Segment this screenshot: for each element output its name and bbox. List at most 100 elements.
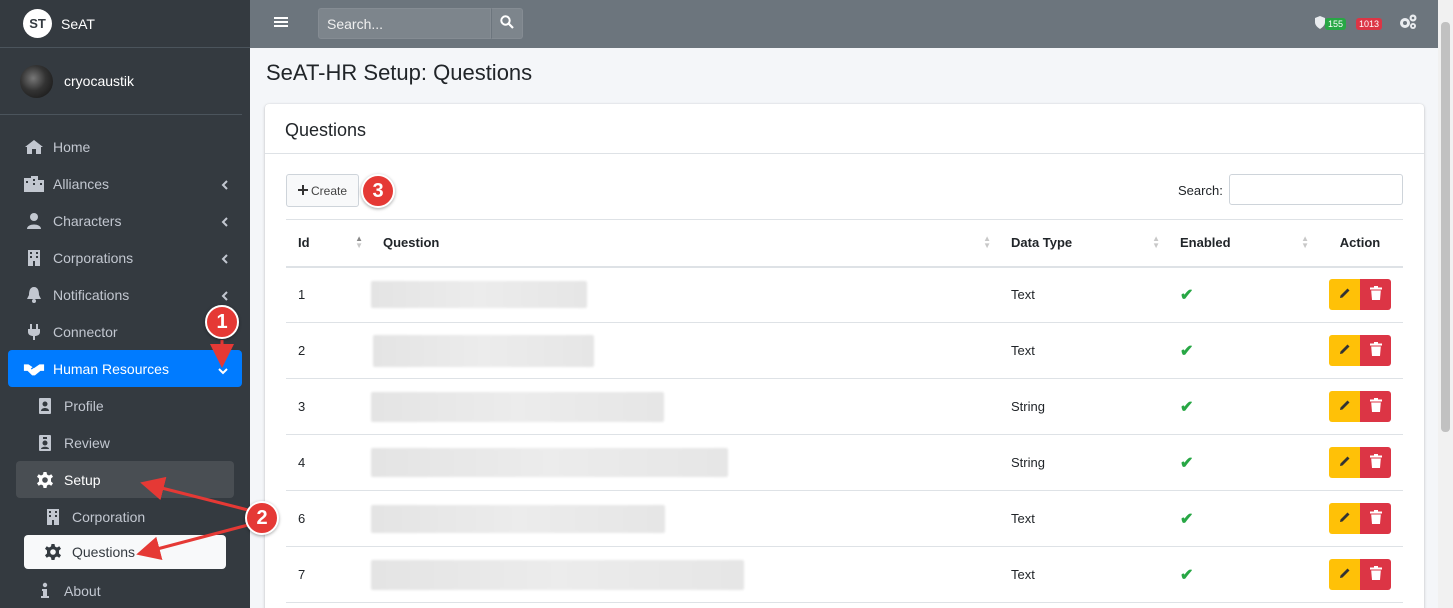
shield-icon (1314, 15, 1325, 32)
chevron-left-icon (221, 288, 228, 304)
search-button[interactable] (491, 8, 523, 39)
pencil-icon (1339, 455, 1351, 470)
sidebar-item-label: About (64, 582, 101, 599)
brand-link[interactable]: ST SeAT (0, 0, 250, 48)
cell-data-type: Text (999, 266, 1168, 323)
create-button[interactable]: Create (286, 174, 359, 207)
cell-id: 7 (286, 546, 371, 603)
sidebar-item-setup[interactable]: Setup (16, 461, 234, 498)
redacted-question (371, 448, 728, 477)
cell-id: 2 (286, 322, 371, 379)
hamburger-menu-icon[interactable] (274, 15, 288, 32)
redacted-question (373, 334, 594, 367)
gear-icon (34, 471, 56, 489)
delete-button[interactable] (1360, 335, 1391, 366)
chevron-left-icon (221, 251, 228, 267)
check-icon: ✔ (1180, 566, 1194, 584)
cell-data-type: Text (999, 490, 1168, 547)
scrollbar-thumb[interactable] (1441, 22, 1450, 432)
sidebar-item-corporations[interactable]: Corporations (8, 239, 242, 276)
delete-button[interactable] (1360, 559, 1391, 590)
sidebar-item-label: Setup (64, 471, 101, 488)
column-header-id[interactable]: Id ▲ ▼ (286, 219, 371, 268)
trash-icon (1369, 566, 1382, 583)
column-header-enabled[interactable]: Enabled ▲ ▼ (1168, 219, 1317, 268)
delete-button[interactable] (1360, 279, 1391, 311)
trash-icon (1369, 286, 1382, 303)
building-icon (23, 175, 45, 193)
edit-button[interactable] (1329, 279, 1360, 311)
card-title: Questions (265, 104, 1424, 154)
column-header-question[interactable]: Question ▲ ▼ (371, 219, 999, 268)
sidebar-item-profile[interactable]: Profile (8, 387, 242, 424)
annotation-marker-1: 1 (205, 305, 239, 339)
avatar (20, 64, 53, 98)
pencil-icon (1339, 399, 1351, 414)
sidebar-item-label: Corporation (72, 508, 146, 525)
page-scrollbar[interactable] (1438, 0, 1453, 608)
edit-button[interactable] (1329, 503, 1360, 534)
edit-button[interactable] (1329, 447, 1360, 478)
table-row: 6 Text ✔ (286, 490, 1403, 547)
trash-icon (1369, 398, 1382, 415)
gears-icon[interactable] (1398, 14, 1418, 33)
sidebar-item-characters[interactable]: Characters (8, 202, 242, 239)
check-icon: ✔ (1180, 342, 1194, 360)
redacted-question (371, 391, 664, 422)
id-badge-icon (34, 434, 56, 452)
pencil-icon (1339, 287, 1351, 302)
check-icon: ✔ (1180, 454, 1194, 472)
delete-button[interactable] (1360, 447, 1391, 478)
trash-icon (1369, 342, 1382, 359)
queue-status[interactable]: 155 (1314, 15, 1346, 32)
annotation-marker-3: 3 (361, 174, 395, 208)
redacted-question (371, 281, 587, 309)
table-row: 2 Text ✔ (286, 322, 1403, 379)
cell-id: 3 (286, 378, 371, 435)
cell-id: 4 (286, 434, 371, 491)
brand-logo: ST (23, 9, 52, 38)
chevron-left-icon (221, 214, 228, 230)
table-row: 4 String ✔ (286, 434, 1403, 491)
sidebar-item-corporation[interactable]: Corporation (8, 498, 242, 535)
user-panel[interactable]: cryocaustik (0, 48, 242, 115)
table-row: 1 Text ✔ (286, 266, 1403, 323)
delete-button[interactable] (1360, 391, 1391, 422)
sidebar-item-about[interactable]: About (8, 572, 242, 608)
bell-icon (23, 286, 45, 303)
sort-icon: ▲ ▼ (355, 234, 363, 250)
sidebar-item-human-resources[interactable]: Human Resources (8, 350, 242, 387)
chevron-down-icon (218, 362, 228, 378)
column-header-data-type[interactable]: Data Type ▲ ▼ (999, 219, 1168, 268)
cell-data-type: String (999, 378, 1168, 435)
search-input[interactable] (318, 8, 491, 39)
sidebar-item-home[interactable]: Home (8, 128, 242, 165)
plug-icon (23, 323, 45, 341)
edit-button[interactable] (1329, 559, 1360, 590)
sidebar-item-alliances[interactable]: Alliances (8, 165, 242, 202)
table-search-label: Search: (1178, 183, 1223, 198)
header-label: Id (298, 235, 310, 251)
user-icon (23, 212, 45, 229)
sidebar-item-questions[interactable]: Questions (24, 535, 226, 569)
sort-icon: ▲ ▼ (983, 234, 991, 250)
sort-icon: ▲ ▼ (1301, 234, 1309, 250)
edit-button[interactable] (1329, 391, 1360, 422)
header-label: Enabled (1180, 235, 1231, 251)
cell-data-type: Text (999, 322, 1168, 379)
sidebar-item-review[interactable]: Review (8, 424, 242, 461)
sidebar-item-label: Notifications (53, 286, 130, 303)
trash-icon (1369, 454, 1382, 471)
delete-button[interactable] (1360, 503, 1391, 534)
edit-button[interactable] (1329, 335, 1360, 366)
search-icon (500, 15, 514, 32)
create-label: Create (310, 183, 348, 198)
sidebar-item-notifications[interactable]: Notifications (8, 276, 242, 313)
chevron-left-icon (221, 177, 228, 193)
cell-data-type: Text (999, 546, 1168, 603)
office-icon (23, 249, 45, 266)
table-search-input[interactable] (1229, 174, 1403, 205)
cell-id: 1 (286, 266, 371, 323)
error-badge[interactable]: 1013 (1355, 17, 1382, 30)
header-label: Data Type (1011, 235, 1073, 251)
